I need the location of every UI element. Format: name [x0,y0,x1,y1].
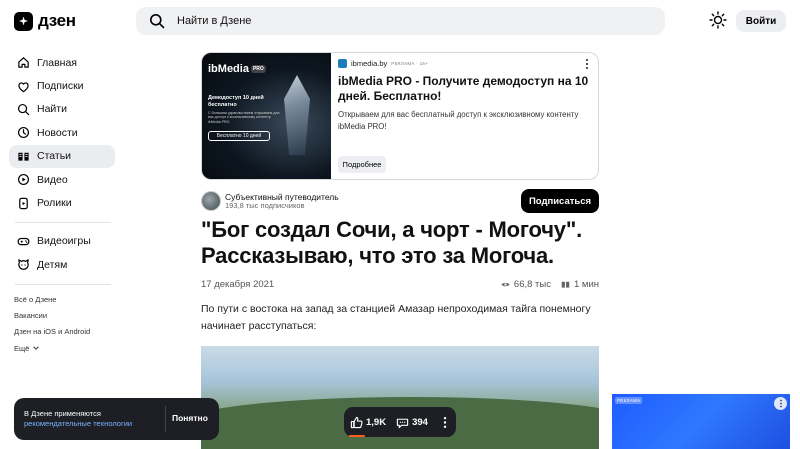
channel-subscribers: 193,8 тыс подписчиков [225,201,305,210]
sidebar-item-label: Ролики [37,197,72,210]
article-stats: 66,8 тыс 1 мин [501,279,599,290]
more-vertical-icon [779,399,782,408]
article-read-time: 1 мин [573,279,599,290]
sidebar: Главная Подписки Найти Новости Статьи Ви… [9,51,115,292]
sidebar-item-home[interactable]: Главная [9,51,115,74]
sidebar-item-label: Видеоигры [37,235,91,248]
sidebar-divider [15,221,111,223]
ad-image-headline: Демодоступ 10 дней бесплатно [208,95,264,108]
kids-icon [18,259,29,271]
zen-logo[interactable]: дзен [14,11,76,31]
like-count: 1,9K [366,416,387,428]
article-paragraph: По пути с востока на запад за станцией А… [201,303,591,332]
sidebar-item-label: Найти [37,103,67,116]
sidebar-footer-links: Всё о Дзене Вакансии Дзен на iOS и Andro… [14,291,90,356]
cookie-accept-button[interactable]: Понятно [172,413,208,423]
ad-description: Открываем для вас бесплатный доступ к эк… [338,110,579,131]
ad-image-subtext: С большим удовольствием открываем для ва… [208,111,280,124]
logo-text: дзен [38,11,76,30]
sidebar-item-articles[interactable]: Статьи [9,144,115,168]
sidebar-item-subscriptions[interactable]: Подписки [9,74,115,97]
subscribe-button[interactable]: Подписаться [521,189,599,213]
channel-avatar[interactable] [201,191,221,211]
cookie-divider [165,406,166,432]
sidebar-item-video[interactable]: Видео [9,168,115,191]
sidebar-item-search[interactable]: Найти [9,98,115,121]
sidebar-item-label: Детям [37,258,68,271]
sidebar-item-label: Статьи [37,150,72,163]
more-vertical-icon[interactable] [440,416,450,429]
ad-card[interactable]: ibMedia PRO Демодоступ 10 дней бесплатно … [201,52,599,180]
comment-icon [396,418,409,428]
cookie-link[interactable]: рекомендательные технологии [24,419,132,428]
comments-button[interactable]: 394 [396,416,428,429]
sidebar-item-label: Видео [37,173,68,186]
news-icon [17,127,30,139]
sidebar-item-kids[interactable]: Детям [9,253,115,276]
ad-favicon-icon [338,59,347,68]
sidebar-item-label: Главная [37,56,77,69]
ad-label: РЕКЛАМА · 16+ [391,61,429,66]
articles-icon [18,152,29,161]
cookie-text: В Дзене применяются рекомендательные тех… [24,409,132,429]
search-placeholder[interactable]: Найти в Дзене [177,15,251,27]
book-icon [561,281,570,288]
article-title: "Бог создал Сочи, а чорт - Могочу". Расс… [201,217,582,269]
eye-icon [501,282,510,287]
sidebar-divider [15,283,111,285]
ad-title[interactable]: ibMedia PRO - Получите демодоступ на 10 … [338,74,590,104]
shorts-icon [19,197,28,209]
side-ad-menu-button[interactable] [774,397,787,410]
cookie-text-label: В Дзене применяются [24,409,101,418]
more-vertical-icon[interactable] [582,58,592,70]
search-icon [150,14,165,29]
page: дзен Найти в Дзене Войти Главная Подписк… [0,0,800,449]
login-button[interactable]: Войти [736,10,786,32]
video-icon [17,174,30,186]
ad-image-brand: ibMedia PRO [208,63,266,75]
home-icon [18,57,29,68]
sidebar-item-label: Подписки [37,80,84,93]
footer-link-apps[interactable]: Дзен на iOS и Android [14,324,90,340]
ad-content: ibmedia.by РЕКЛАМА · 16+ ibMedia PRO - П… [338,59,590,132]
reaction-progress-indicator [349,435,365,437]
gamepad-icon [17,237,30,246]
side-ad-banner[interactable]: РЕКЛАМА [612,394,790,449]
footer-link-vacancies[interactable]: Вакансии [14,307,90,323]
reactions-bar: 1,9K 394 [344,407,456,437]
ad-image-brand-text: ibMedia [208,63,249,75]
article-views: 66,8 тыс [513,279,551,290]
subscriptions-icon [18,81,29,92]
theme-toggle-sun-icon[interactable] [709,11,727,29]
zen-logo-icon [14,11,33,31]
footer-link-more[interactable]: Ещё [14,340,90,356]
article-date: 17 декабря 2021 [201,279,275,290]
ad-source-name[interactable]: ibmedia.by [351,59,387,68]
ad-image-pro-badge: PRO [250,65,266,74]
sidebar-item-label: Новости [37,126,78,139]
thumbs-up-icon [350,416,363,428]
footer-link-about[interactable]: Всё о Дзене [14,291,90,307]
cookie-notice: В Дзене применяются рекомендательные тех… [14,398,219,440]
sidebar-item-news[interactable]: Новости [9,121,115,144]
footer-link-more-label: Ещё [14,343,30,353]
ad-image-button: Бесплатно 10 дней [208,131,270,141]
sidebar-item-shorts[interactable]: Ролики [9,191,115,214]
ad-crystal-graphic [284,75,310,155]
comment-count: 394 [412,416,428,428]
sidebar-item-videogames[interactable]: Видеоигры [9,230,115,253]
chevron-down-icon [33,346,40,350]
ad-source: ibmedia.by РЕКЛАМА · 16+ [338,59,590,68]
side-ad-label: РЕКЛАМА [615,397,643,404]
search-bar[interactable]: Найти в Дзене [136,7,665,35]
ad-image[interactable]: ibMedia PRO Демодоступ 10 дней бесплатно … [202,53,331,179]
like-button[interactable]: 1,9K [350,416,386,429]
search-icon [17,103,30,116]
ad-more-button[interactable]: Подробнее [338,156,386,173]
